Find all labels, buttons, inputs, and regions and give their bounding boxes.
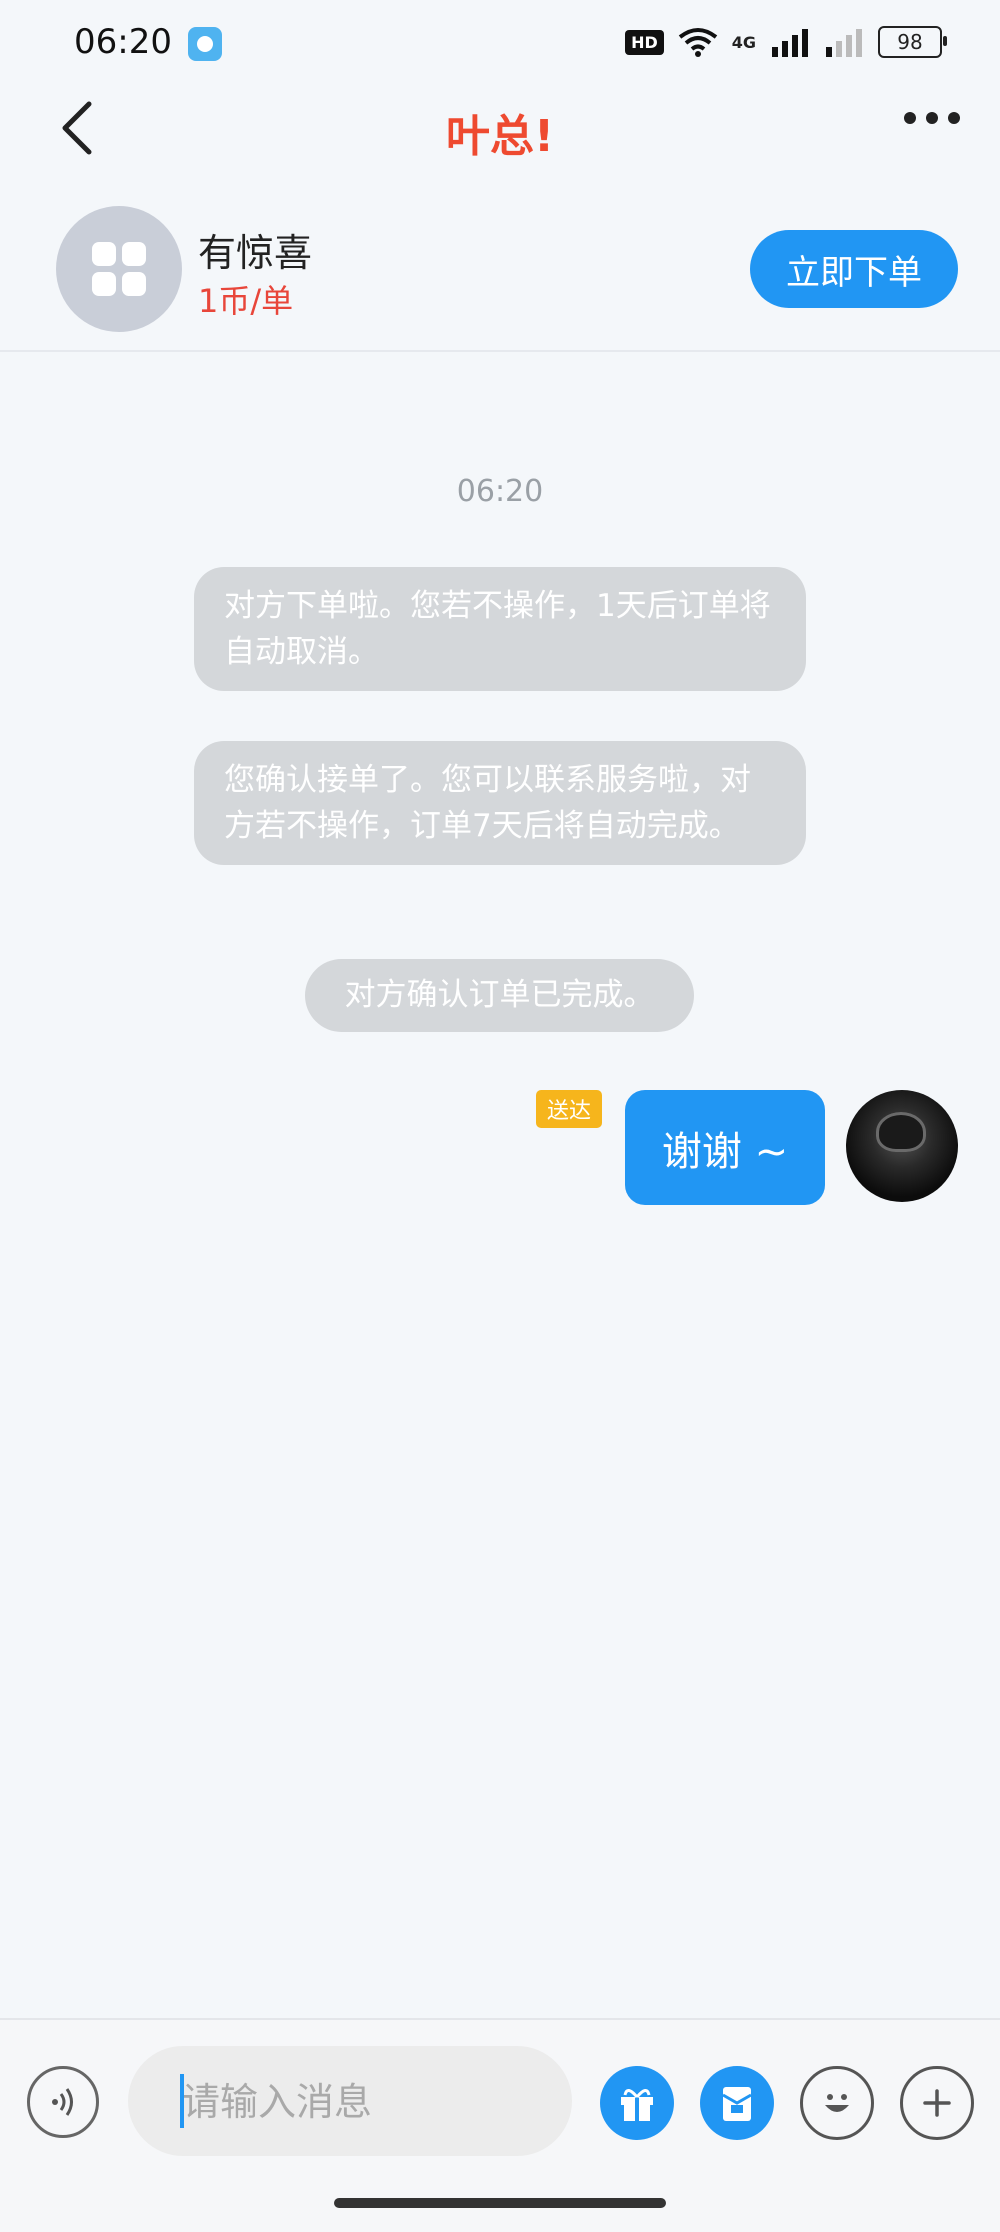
more-options-button[interactable] [900,2066,974,2140]
status-time: 06:20 [74,22,172,62]
grid-icon [92,242,146,296]
red-packet-icon [722,2087,752,2121]
system-message: 对方确认订单已完成。 [305,959,694,1032]
service-name: 有惊喜 [198,231,313,275]
service-avatar[interactable] [56,206,182,332]
network-type: 4G [731,32,756,52]
voice-icon [52,2088,73,2116]
more-icon-dot [926,112,938,124]
my-message-bubble[interactable]: 谢谢 ~ [625,1090,825,1205]
battery-icon: 98 [878,26,947,58]
more-button[interactable] [904,112,960,124]
my-avatar[interactable] [846,1090,958,1202]
emoji-button[interactable] [800,2066,874,2140]
emoji-icon [825,2094,849,2112]
message-input-container[interactable] [128,2046,572,2156]
more-icon [904,112,916,124]
more-icon-dot [948,112,960,124]
text-cursor [180,2074,184,2128]
voice-button[interactable] [27,2066,99,2138]
message-input[interactable] [180,2074,554,2130]
chat-timestamp: 06:20 [456,474,544,509]
signal-icon [772,29,808,57]
home-indicator[interactable] [334,2198,666,2208]
delivered-badge: 送达 [536,1090,602,1128]
order-now-button[interactable]: 立即下单 [750,230,958,308]
hd-icon: HD [625,29,664,55]
plus-icon [923,2089,951,2117]
battery-level: 98 [897,30,923,54]
system-message: 您确认接单了。您可以联系服务啦，对方若不操作，订单7天后将自动完成。 [194,741,806,865]
signal-weak-icon [826,29,862,57]
red-packet-button[interactable] [700,2066,774,2140]
wifi-icon [678,28,717,57]
gift-icon [621,2089,653,2121]
system-message: 对方下单啦。您若不操作，1天后订单将自动取消。 [194,567,806,691]
page-title: 叶总! [445,111,555,162]
status-icons: HD 4G 98 [625,26,947,58]
gift-button[interactable] [600,2066,674,2140]
app-notification-icon [188,27,222,61]
service-price: 1币/单 [198,282,294,320]
